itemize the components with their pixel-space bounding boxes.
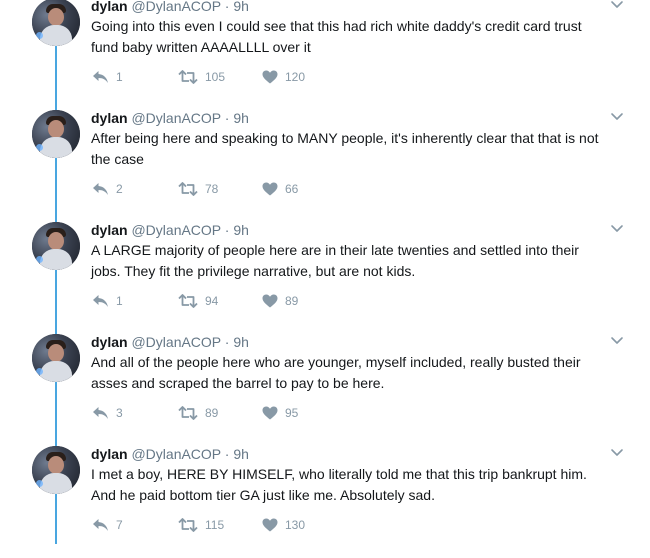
like-count: 95 bbox=[285, 406, 299, 420]
tweet-text: Going into this even I could see that th… bbox=[91, 18, 582, 55]
retweet-count: 89 bbox=[205, 406, 219, 420]
chevron-down-icon[interactable] bbox=[610, 336, 624, 346]
like-count: 89 bbox=[285, 294, 299, 308]
reply-button[interactable]: 3 bbox=[92, 404, 123, 422]
reply-button[interactable]: 7 bbox=[92, 516, 123, 534]
heart-icon bbox=[262, 294, 278, 308]
user-handle[interactable]: @DylanACOP bbox=[131, 222, 220, 238]
like-button[interactable]: 95 bbox=[262, 404, 298, 422]
retweet-count: 94 bbox=[205, 294, 219, 308]
reply-icon bbox=[93, 71, 108, 83]
tweet-header: dylan @DylanACOP · 9h bbox=[91, 0, 249, 14]
display-name[interactable]: dylan bbox=[91, 334, 128, 350]
heart-icon bbox=[262, 182, 278, 196]
chevron-down-icon[interactable] bbox=[610, 448, 624, 458]
retweet-icon bbox=[178, 406, 198, 420]
tweet-actions: 1 94 89 bbox=[92, 292, 412, 310]
tweet-text: I met a boy, HERE BY HIMSELF, who litera… bbox=[91, 466, 587, 503]
reply-icon bbox=[93, 183, 108, 195]
display-name[interactable]: dylan bbox=[91, 110, 128, 126]
reply-button[interactable]: 2 bbox=[92, 180, 123, 198]
retweet-icon bbox=[178, 182, 198, 196]
separator-dot: · bbox=[224, 110, 230, 126]
retweet-count: 115 bbox=[205, 518, 225, 532]
tweet-header: dylan @DylanACOP · 9h bbox=[91, 110, 249, 126]
retweet-icon bbox=[178, 518, 198, 532]
heart-icon bbox=[262, 70, 278, 84]
tweet-header: dylan @DylanACOP · 9h bbox=[91, 446, 249, 462]
avatar[interactable] bbox=[32, 446, 80, 494]
reply-count: 1 bbox=[116, 294, 123, 308]
reply-icon bbox=[93, 519, 108, 531]
timestamp[interactable]: 9h bbox=[233, 222, 249, 238]
reply-count: 1 bbox=[116, 70, 123, 84]
tweet-actions: 7 115 130 bbox=[92, 516, 412, 534]
separator-dot: · bbox=[224, 334, 230, 350]
reply-icon bbox=[93, 295, 108, 307]
like-button[interactable]: 66 bbox=[262, 180, 298, 198]
tweet[interactable]: dylan @DylanACOP · 9h After being here a… bbox=[0, 110, 650, 222]
retweet-icon bbox=[178, 294, 198, 308]
reply-button[interactable]: 1 bbox=[92, 292, 123, 310]
retweet-button[interactable]: 105 bbox=[178, 68, 225, 86]
like-button[interactable]: 89 bbox=[262, 292, 298, 310]
retweet-count: 105 bbox=[205, 70, 226, 84]
like-button[interactable]: 130 bbox=[262, 516, 305, 534]
retweet-button[interactable]: 115 bbox=[178, 516, 224, 534]
user-handle[interactable]: @DylanACOP bbox=[131, 110, 220, 126]
like-count: 130 bbox=[285, 518, 306, 532]
separator-dot: · bbox=[224, 0, 230, 14]
display-name[interactable]: dylan bbox=[91, 446, 128, 462]
like-button[interactable]: 120 bbox=[262, 68, 305, 86]
tweet-text: After being here and speaking to MANY pe… bbox=[91, 130, 599, 167]
heart-icon bbox=[262, 518, 278, 532]
reply-count: 3 bbox=[116, 406, 123, 420]
tweet-header: dylan @DylanACOP · 9h bbox=[91, 334, 249, 350]
timestamp[interactable]: 9h bbox=[233, 446, 249, 462]
avatar[interactable] bbox=[32, 222, 80, 270]
display-name[interactable]: dylan bbox=[91, 0, 128, 14]
like-count: 120 bbox=[285, 70, 306, 84]
reply-button[interactable]: 1 bbox=[92, 68, 123, 86]
user-handle[interactable]: @DylanACOP bbox=[131, 334, 220, 350]
reply-count: 7 bbox=[116, 518, 123, 532]
user-handle[interactable]: @DylanACOP bbox=[131, 446, 220, 462]
chevron-down-icon[interactable] bbox=[610, 112, 624, 122]
heart-icon bbox=[262, 406, 278, 420]
tweet-actions: 1 105 120 bbox=[92, 68, 412, 86]
tweet-actions: 3 89 95 bbox=[92, 404, 412, 422]
retweet-count: 78 bbox=[205, 182, 219, 196]
tweet[interactable]: dylan @DylanACOP · 9h And all of the peo… bbox=[0, 334, 650, 446]
tweet[interactable]: dylan @DylanACOP · 9h A LARGE majority o… bbox=[0, 222, 650, 334]
separator-dot: · bbox=[224, 446, 230, 462]
reply-icon bbox=[93, 407, 108, 419]
user-handle[interactable]: @DylanACOP bbox=[131, 0, 220, 14]
reply-count: 2 bbox=[116, 182, 123, 196]
timestamp[interactable]: 9h bbox=[233, 110, 249, 126]
chevron-down-icon[interactable] bbox=[610, 0, 624, 10]
avatar[interactable] bbox=[32, 110, 80, 158]
avatar[interactable] bbox=[32, 0, 80, 46]
tweet-text: A LARGE majority of people here are in t… bbox=[91, 242, 579, 279]
retweet-button[interactable]: 94 bbox=[178, 292, 218, 310]
tweet[interactable]: dylan @DylanACOP · 9h Going into this ev… bbox=[0, 0, 650, 110]
retweet-button[interactable]: 89 bbox=[178, 404, 218, 422]
like-count: 66 bbox=[285, 182, 299, 196]
retweet-icon bbox=[178, 70, 198, 84]
display-name[interactable]: dylan bbox=[91, 222, 128, 238]
tweet-header: dylan @DylanACOP · 9h bbox=[91, 222, 249, 238]
chevron-down-icon[interactable] bbox=[610, 224, 624, 234]
tweet-text: And all of the people here who are young… bbox=[91, 354, 581, 391]
timestamp[interactable]: 9h bbox=[233, 334, 249, 350]
retweet-button[interactable]: 78 bbox=[178, 180, 218, 198]
tweet-actions: 2 78 66 bbox=[92, 180, 412, 198]
tweet[interactable]: dylan @DylanACOP · 9h I met a boy, HERE … bbox=[0, 446, 650, 558]
separator-dot: · bbox=[224, 222, 230, 238]
timestamp[interactable]: 9h bbox=[233, 0, 249, 14]
avatar[interactable] bbox=[32, 334, 80, 382]
